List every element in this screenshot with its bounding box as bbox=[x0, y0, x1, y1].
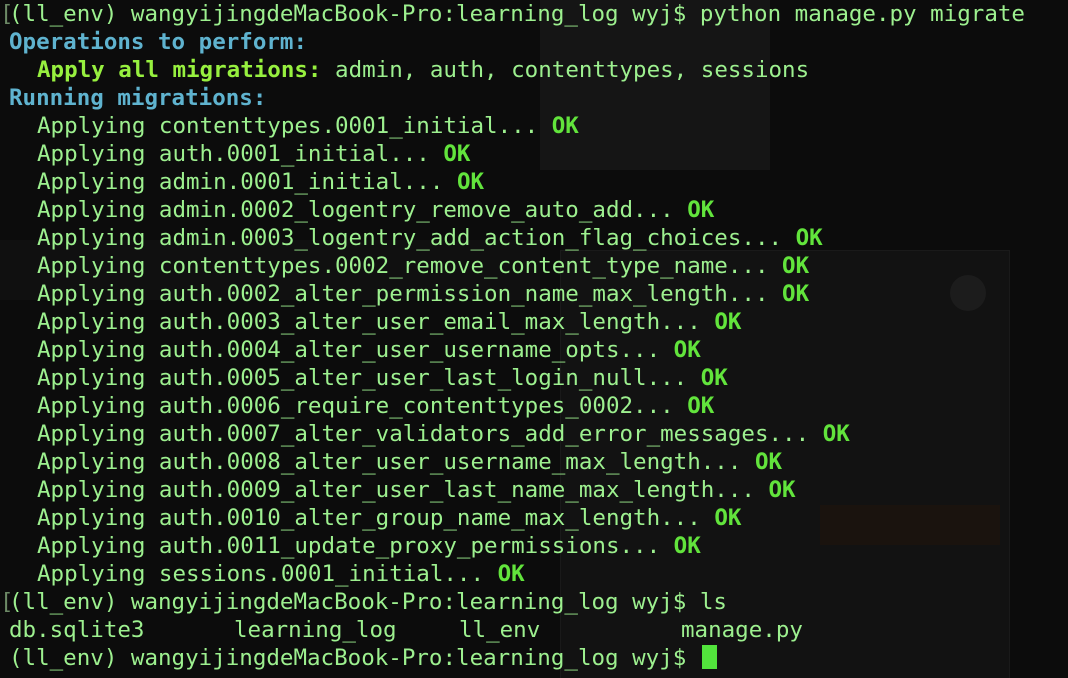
migration-name: Applying sessions.0001_initial... bbox=[37, 561, 485, 587]
directory-entry: learning_log bbox=[234, 617, 397, 643]
terminal-window[interactable]: [(ll_env) wangyijingdeMacBook-Pro:learni… bbox=[0, 0, 1068, 678]
line-mark: [ bbox=[0, 1, 14, 27]
migration-name: Applying auth.0008_alter_user_username_m… bbox=[37, 449, 742, 475]
migration-name: Applying auth.0009_alter_user_last_name_… bbox=[37, 477, 755, 503]
file-entry: manage.py bbox=[681, 617, 803, 643]
shell-prompt: (ll_env) wangyijingdeMacBook-Pro:learnin… bbox=[9, 1, 687, 27]
running-header: Running migrations: bbox=[0, 84, 1025, 112]
migration-name: Applying auth.0005_alter_user_last_login… bbox=[37, 365, 688, 391]
running-header-text: Running migrations: bbox=[9, 85, 267, 111]
migration-status: OK bbox=[768, 477, 796, 503]
migration-status: OK bbox=[551, 113, 579, 139]
apply-line: Apply all migrations: admin, auth, conte… bbox=[0, 56, 1025, 84]
migration-status: OK bbox=[497, 561, 525, 587]
migration-name: Applying auth.0001_initial... bbox=[37, 141, 430, 167]
migration-line: Applying auth.0007_alter_validators_add_… bbox=[0, 420, 1025, 448]
migration-status: OK bbox=[795, 225, 823, 251]
command-text: ls bbox=[699, 589, 727, 615]
migration-status: OK bbox=[754, 449, 783, 475]
line-mark: [ bbox=[0, 589, 14, 615]
migration-status: OK bbox=[687, 393, 715, 419]
operations-header-text: Operations to perform: bbox=[9, 29, 308, 55]
migration-status: OK bbox=[714, 309, 742, 335]
migration-status: OK bbox=[782, 281, 810, 307]
migration-name: Applying auth.0011_update_proxy_permissi… bbox=[37, 533, 661, 559]
shell-prompt: (ll_env) wangyijingdeMacBook-Pro:learnin… bbox=[9, 645, 687, 671]
migration-status: OK bbox=[782, 253, 810, 279]
migration-line: Applying auth.0006_require_contenttypes_… bbox=[0, 392, 1025, 420]
migration-name: Applying contenttypes.0002_remove_conten… bbox=[37, 253, 769, 279]
migration-status: OK bbox=[673, 337, 701, 363]
migration-name: Applying auth.0004_alter_user_username_o… bbox=[37, 337, 661, 363]
migration-line: Applying auth.0004_alter_user_username_o… bbox=[0, 336, 1025, 364]
migration-line: Applying admin.0001_initial... OK bbox=[0, 168, 1025, 196]
apply-label: Apply all migrations: bbox=[37, 57, 322, 83]
migration-line: Applying auth.0010_alter_group_name_max_… bbox=[0, 504, 1025, 532]
migration-list: Applying contenttypes.0001_initial... OK… bbox=[0, 112, 1025, 588]
migration-name: Applying admin.0002_logentry_remove_auto… bbox=[37, 197, 674, 223]
shell-prompt: (ll_env) wangyijingdeMacBook-Pro:learnin… bbox=[9, 589, 687, 615]
migration-status: OK bbox=[714, 505, 742, 531]
migration-line: Applying auth.0009_alter_user_last_name_… bbox=[0, 476, 1025, 504]
migration-status: OK bbox=[456, 169, 485, 195]
migration-line: Applying auth.0008_alter_user_username_m… bbox=[0, 448, 1025, 476]
migration-line: Applying admin.0002_logentry_remove_auto… bbox=[0, 196, 1025, 224]
migration-name: Applying contenttypes.0001_initial... bbox=[37, 113, 539, 139]
migration-name: Applying auth.0010_alter_group_name_max_… bbox=[37, 505, 701, 531]
migration-line: Applying sessions.0001_initial... OK bbox=[0, 560, 1025, 588]
terminal-output: [(ll_env) wangyijingdeMacBook-Pro:learni… bbox=[0, 0, 1025, 672]
apply-value: admin, auth, contenttypes, sessions bbox=[335, 57, 810, 83]
migration-name: Applying admin.0003_logentry_add_action_… bbox=[37, 225, 783, 251]
migration-status: OK bbox=[443, 141, 471, 167]
migration-name: Applying admin.0001_initial... bbox=[37, 169, 444, 195]
active-prompt-line[interactable]: (ll_env) wangyijingdeMacBook-Pro:learnin… bbox=[0, 644, 1025, 672]
ls-output: db.sqlite3 learning_log ll_env manage.py bbox=[0, 616, 1025, 644]
migration-status: OK bbox=[700, 365, 728, 391]
migration-line: Applying admin.0003_logentry_add_action_… bbox=[0, 224, 1025, 252]
text-cursor[interactable] bbox=[701, 645, 717, 669]
migration-status: OK bbox=[822, 421, 850, 447]
migration-line: Applying contenttypes.0001_initial... OK bbox=[0, 112, 1025, 140]
command-text: python manage.py migrate bbox=[699, 1, 1025, 27]
migration-name: Applying auth.0006_require_contenttypes_… bbox=[37, 393, 674, 419]
operations-header: Operations to perform: bbox=[0, 28, 1025, 56]
migration-status: OK bbox=[673, 533, 701, 559]
directory-entry: ll_env bbox=[459, 617, 541, 643]
command-line-migrate: [(ll_env) wangyijingdeMacBook-Pro:learni… bbox=[0, 0, 1025, 28]
command-line-ls: [(ll_env) wangyijingdeMacBook-Pro:learni… bbox=[0, 588, 1025, 616]
file-entry: db.sqlite3 bbox=[9, 617, 145, 643]
migration-name: Applying auth.0007_alter_validators_add_… bbox=[37, 421, 810, 447]
migration-line: Applying contenttypes.0002_remove_conten… bbox=[0, 252, 1025, 280]
migration-name: Applying auth.0003_alter_user_email_max_… bbox=[37, 309, 701, 335]
migration-line: Applying auth.0001_initial... OK bbox=[0, 140, 1025, 168]
migration-line: Applying auth.0003_alter_user_email_max_… bbox=[0, 308, 1025, 336]
migration-status: OK bbox=[687, 197, 715, 223]
migration-name: Applying auth.0002_alter_permission_name… bbox=[37, 281, 769, 307]
migration-line: Applying auth.0002_alter_permission_name… bbox=[0, 280, 1025, 308]
migration-line: Applying auth.0005_alter_user_last_login… bbox=[0, 364, 1025, 392]
migration-line: Applying auth.0011_update_proxy_permissi… bbox=[0, 532, 1025, 560]
